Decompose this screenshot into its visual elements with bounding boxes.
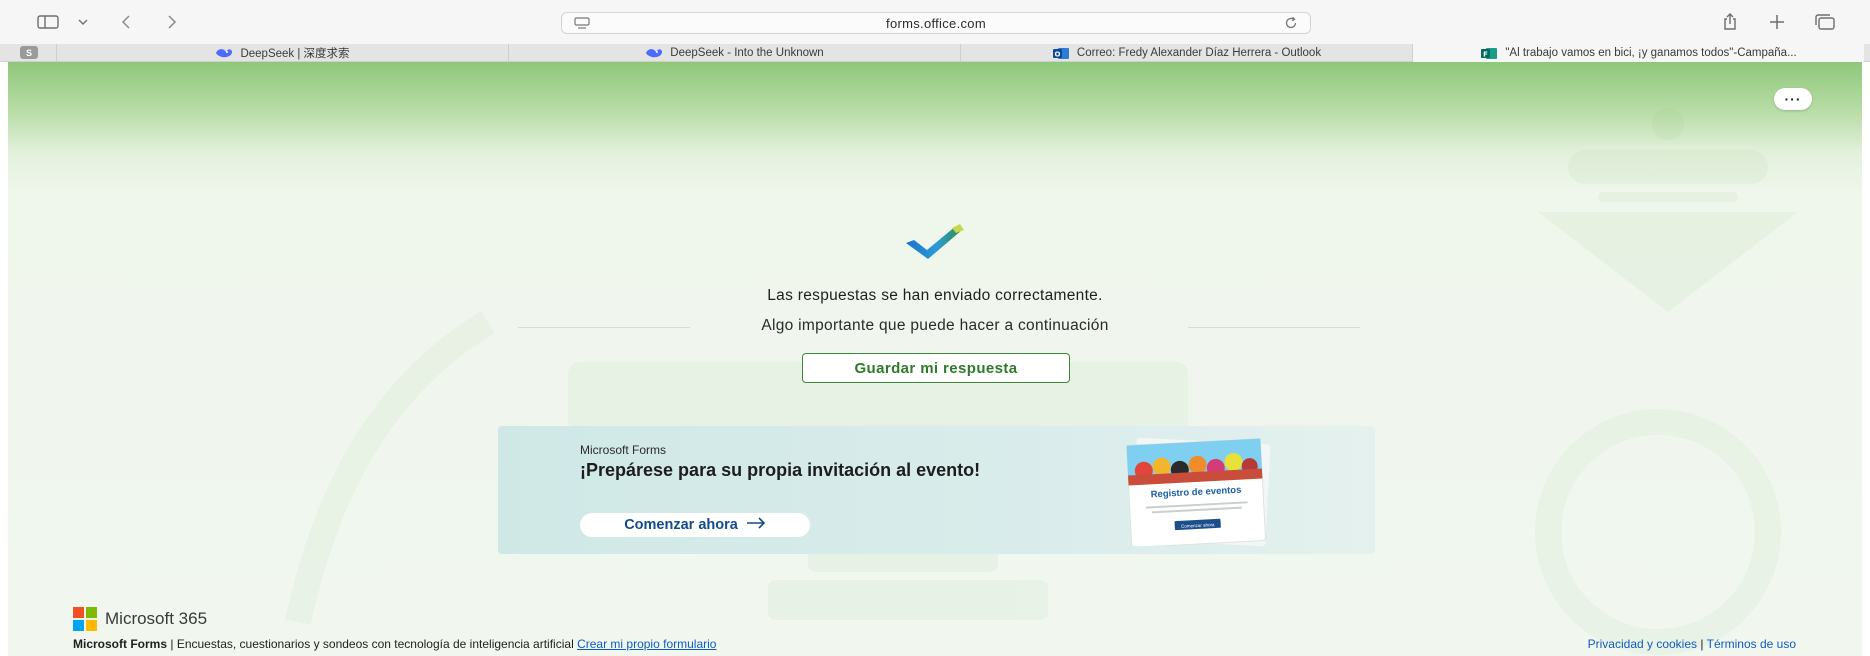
terms-link[interactable]: Términos de uso [1707, 637, 1796, 651]
promo-brand: Microsoft Forms [580, 443, 667, 457]
more-options-button[interactable]: ··· [1774, 88, 1812, 110]
tab-forms-active[interactable]: F "Al trabajo vamos en bici, ¡y ganamos … [1412, 44, 1864, 62]
divider-right [1188, 327, 1360, 328]
sidebar-toggle-icon[interactable] [36, 12, 60, 32]
url-text: forms.office.com [886, 16, 986, 31]
footer-product: Microsoft Forms [73, 637, 168, 651]
forms-icon: F [1480, 47, 1498, 60]
microsoft-365-brand: Microsoft 365 [73, 607, 207, 631]
tab-overview-icon[interactable] [1814, 12, 1836, 32]
forms-page: ··· Las respuestas se han enviado correc… [8, 62, 1862, 656]
tab-deepseek-en[interactable]: DeepSeek - Into the Unknown [508, 44, 960, 62]
tab-label: DeepSeek - Into the Unknown [670, 47, 824, 59]
success-checkmark-icon [904, 222, 966, 267]
promo-card: Microsoft Forms ¡Prepárese para su propi… [498, 426, 1375, 554]
tab-outlook[interactable]: O Correo: Fredy Alexander Díaz Herrera -… [960, 44, 1412, 62]
deepseek-icon [215, 47, 233, 59]
next-step-heading: Algo importante que puede hacer a contin… [761, 317, 1109, 334]
footer-tagline-text: Encuestas, cuestionarios y sondeos con t… [176, 637, 574, 651]
microsoft-logo-icon [73, 607, 97, 631]
back-icon[interactable] [118, 12, 134, 32]
svg-text:O: O [1054, 50, 1060, 58]
share-icon[interactable] [1721, 12, 1739, 32]
start-now-label: Comenzar ahora [624, 517, 738, 533]
promo-title: ¡Prepárese para su propia invitación al … [580, 460, 981, 480]
footer-separator: | [1700, 637, 1704, 651]
tab-label: Correo: Fredy Alexander Díaz Herrera - O… [1076, 47, 1322, 59]
brand-name: Microsoft 365 [105, 609, 208, 628]
tab-label: "Al trabajo vamos en bici, ¡y ganamos to… [1505, 47, 1797, 59]
create-form-link[interactable]: Crear mi propio formulario [577, 637, 716, 651]
tab-deepseek-cn[interactable]: DeepSeek | 深度求索 [56, 44, 508, 62]
event-registration-illustration: Registro de eventos Comenzar ahora [1121, 437, 1271, 548]
forward-icon[interactable] [164, 12, 180, 32]
reload-icon[interactable] [1284, 16, 1298, 35]
deepseek-icon [645, 47, 663, 59]
save-response-button[interactable]: Guardar mi respuesta [802, 353, 1070, 383]
footer-separator: | [170, 637, 174, 651]
pinned-tab[interactable]: S [20, 46, 38, 59]
svg-text:F: F [1483, 50, 1488, 58]
confirmation-message: Las respuestas se han enviado correctame… [767, 287, 1103, 304]
browser-toolbar: forms.office.com [0, 0, 1870, 44]
outlook-icon: O [1052, 47, 1070, 60]
start-now-button[interactable]: Comenzar ahora [580, 513, 810, 537]
tab-label: DeepSeek | 深度求索 [240, 48, 350, 60]
tab-bar: S DeepSeek | 深度求索 DeepSeek - Into the Un… [0, 44, 1870, 62]
arrow-right-icon [746, 517, 766, 533]
privacy-link[interactable]: Privacidad y cookies [1588, 637, 1697, 651]
chevron-down-icon[interactable] [76, 12, 90, 32]
footer-links: Privacidad y cookies | Términos de uso [1588, 637, 1796, 651]
footer-tagline: Microsoft Forms | Encuestas, cuestionari… [73, 637, 716, 651]
new-tab-icon[interactable] [1768, 12, 1786, 32]
address-bar[interactable]: forms.office.com [561, 12, 1311, 34]
